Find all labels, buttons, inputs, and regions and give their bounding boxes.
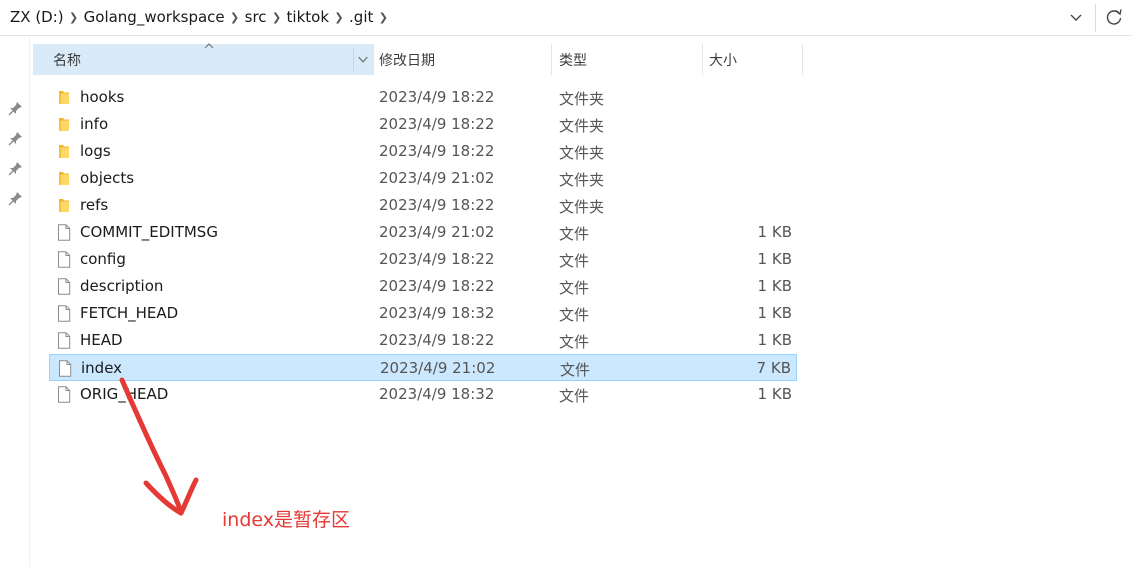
chevron-right-icon[interactable]: ❯ — [267, 11, 287, 24]
modified-date: 2023/4/9 21:02 — [380, 359, 496, 377]
file-name: refs — [80, 196, 109, 214]
list-item[interactable]: logs 2023/4/9 18:22 文件夹 — [49, 138, 797, 165]
file-type: 文件夹 — [559, 144, 605, 162]
folder-icon — [59, 172, 69, 185]
folder-icon — [59, 91, 69, 104]
file-name: objects — [80, 169, 135, 187]
column-header-date-label: 修改日期 — [379, 52, 435, 69]
file-size: 1 KB — [757, 331, 792, 349]
list-item[interactable]: ORIG_HEAD 2023/4/9 18:32 文件 1 KB — [49, 381, 797, 408]
file-name: hooks — [80, 88, 125, 106]
chevron-right-icon[interactable]: ❯ — [64, 11, 84, 24]
file-name: ORIG_HEAD — [80, 385, 169, 403]
modified-date: 2023/4/9 18:22 — [379, 277, 495, 295]
modified-date: 2023/4/9 18:22 — [379, 115, 495, 133]
modified-date: 2023/4/9 21:02 — [379, 169, 495, 187]
chevron-right-icon[interactable]: ❯ — [373, 11, 393, 24]
list-item[interactable]: config 2023/4/9 18:22 文件 1 KB — [49, 246, 797, 273]
file-type: 文件夹 — [559, 117, 605, 135]
list-item[interactable]: index 2023/4/9 21:02 文件 7 KB — [49, 354, 797, 381]
modified-date: 2023/4/9 18:32 — [379, 385, 495, 403]
file-size: 1 KB — [757, 304, 792, 322]
file-icon — [58, 224, 71, 241]
file-size: 1 KB — [757, 223, 792, 241]
breadcrumb: ZX (D:) ❯ Golang_workspace ❯ src ❯ tikto… — [10, 7, 393, 27]
breadcrumb-src[interactable]: src — [245, 8, 267, 26]
file-type: 文件夹 — [559, 171, 605, 189]
file-type: 文件 — [559, 306, 590, 324]
annotation-text: index是暂存区 — [222, 509, 350, 531]
file-size: 7 KB — [756, 359, 791, 377]
file-icon — [58, 251, 71, 268]
refresh-icon[interactable] — [1103, 6, 1125, 28]
file-name: config — [80, 250, 126, 268]
list-item[interactable]: info 2023/4/9 18:22 文件夹 — [49, 111, 797, 138]
file-name: description — [80, 277, 164, 295]
file-type: 文件 — [559, 387, 590, 405]
list-item[interactable]: objects 2023/4/9 21:02 文件夹 — [49, 165, 797, 192]
column-header-name-label: 名称 — [53, 52, 81, 69]
breadcrumb-git[interactable]: .git — [349, 8, 373, 26]
file-name: index — [81, 359, 123, 377]
file-type: 文件夹 — [559, 198, 605, 216]
chevron-down-icon[interactable] — [1064, 6, 1088, 28]
file-size: 1 KB — [757, 250, 792, 268]
list-item[interactable]: refs 2023/4/9 18:22 文件夹 — [49, 192, 797, 219]
modified-date: 2023/4/9 18:22 — [379, 250, 495, 268]
column-filter-dropdown-icon[interactable] — [353, 48, 372, 71]
list-item[interactable]: HEAD 2023/4/9 18:22 文件 1 KB — [49, 327, 797, 354]
pin-icon[interactable] — [8, 100, 24, 116]
pin-icon[interactable] — [8, 160, 24, 176]
file-name: logs — [80, 142, 111, 160]
pin-icon[interactable] — [8, 190, 24, 206]
file-size: 1 KB — [757, 277, 792, 295]
list-item[interactable]: FETCH_HEAD 2023/4/9 18:32 文件 1 KB — [49, 300, 797, 327]
address-bar[interactable]: ZX (D:) ❯ Golang_workspace ❯ src ❯ tikto… — [0, 0, 1132, 36]
column-header-size-label: 大小 — [709, 52, 737, 69]
pin-icon[interactable] — [8, 130, 24, 146]
list-item[interactable]: description 2023/4/9 18:22 文件 1 KB — [49, 273, 797, 300]
breadcrumb-drive[interactable]: ZX (D:) — [10, 8, 64, 26]
file-type: 文件 — [560, 361, 591, 379]
sort-ascending-icon — [204, 43, 214, 49]
file-name: COMMIT_EDITMSG — [80, 223, 218, 241]
toolbar-divider — [1095, 4, 1096, 32]
file-type: 文件 — [559, 279, 590, 297]
column-header-size[interactable]: 大小 — [702, 44, 802, 75]
file-size: 1 KB — [757, 385, 792, 403]
column-header-type[interactable]: 类型 — [551, 44, 702, 75]
file-name: info — [80, 115, 109, 133]
file-name: FETCH_HEAD — [80, 304, 179, 322]
column-header-date[interactable]: 修改日期 — [373, 44, 551, 75]
file-icon — [58, 278, 71, 295]
file-icon — [58, 386, 71, 403]
modified-date: 2023/4/9 18:22 — [379, 88, 495, 106]
file-type: 文件 — [559, 333, 590, 351]
file-icon — [59, 360, 72, 377]
file-type: 文件 — [559, 225, 590, 243]
chevron-right-icon[interactable]: ❯ — [225, 11, 245, 24]
list-item[interactable]: hooks 2023/4/9 18:22 文件夹 — [49, 84, 797, 111]
list-item[interactable]: COMMIT_EDITMSG 2023/4/9 21:02 文件 1 KB — [49, 219, 797, 246]
modified-date: 2023/4/9 18:22 — [379, 142, 495, 160]
folder-icon — [59, 199, 69, 212]
modified-date: 2023/4/9 21:02 — [379, 223, 495, 241]
file-type: 文件夹 — [559, 90, 605, 108]
file-type: 文件 — [559, 252, 590, 270]
modified-date: 2023/4/9 18:22 — [379, 196, 495, 214]
file-icon — [58, 332, 71, 349]
modified-date: 2023/4/9 18:22 — [379, 331, 495, 349]
file-icon — [58, 305, 71, 322]
column-divider[interactable] — [802, 44, 803, 75]
file-name: HEAD — [80, 331, 123, 349]
folder-icon — [59, 145, 69, 158]
breadcrumb-tiktok[interactable]: tiktok — [287, 8, 329, 26]
modified-date: 2023/4/9 18:32 — [379, 304, 495, 322]
column-header-type-label: 类型 — [559, 52, 587, 69]
chevron-right-icon[interactable]: ❯ — [329, 11, 349, 24]
navigation-pane — [0, 37, 30, 567]
breadcrumb-golang-workspace[interactable]: Golang_workspace — [84, 8, 225, 26]
folder-icon — [59, 118, 69, 131]
